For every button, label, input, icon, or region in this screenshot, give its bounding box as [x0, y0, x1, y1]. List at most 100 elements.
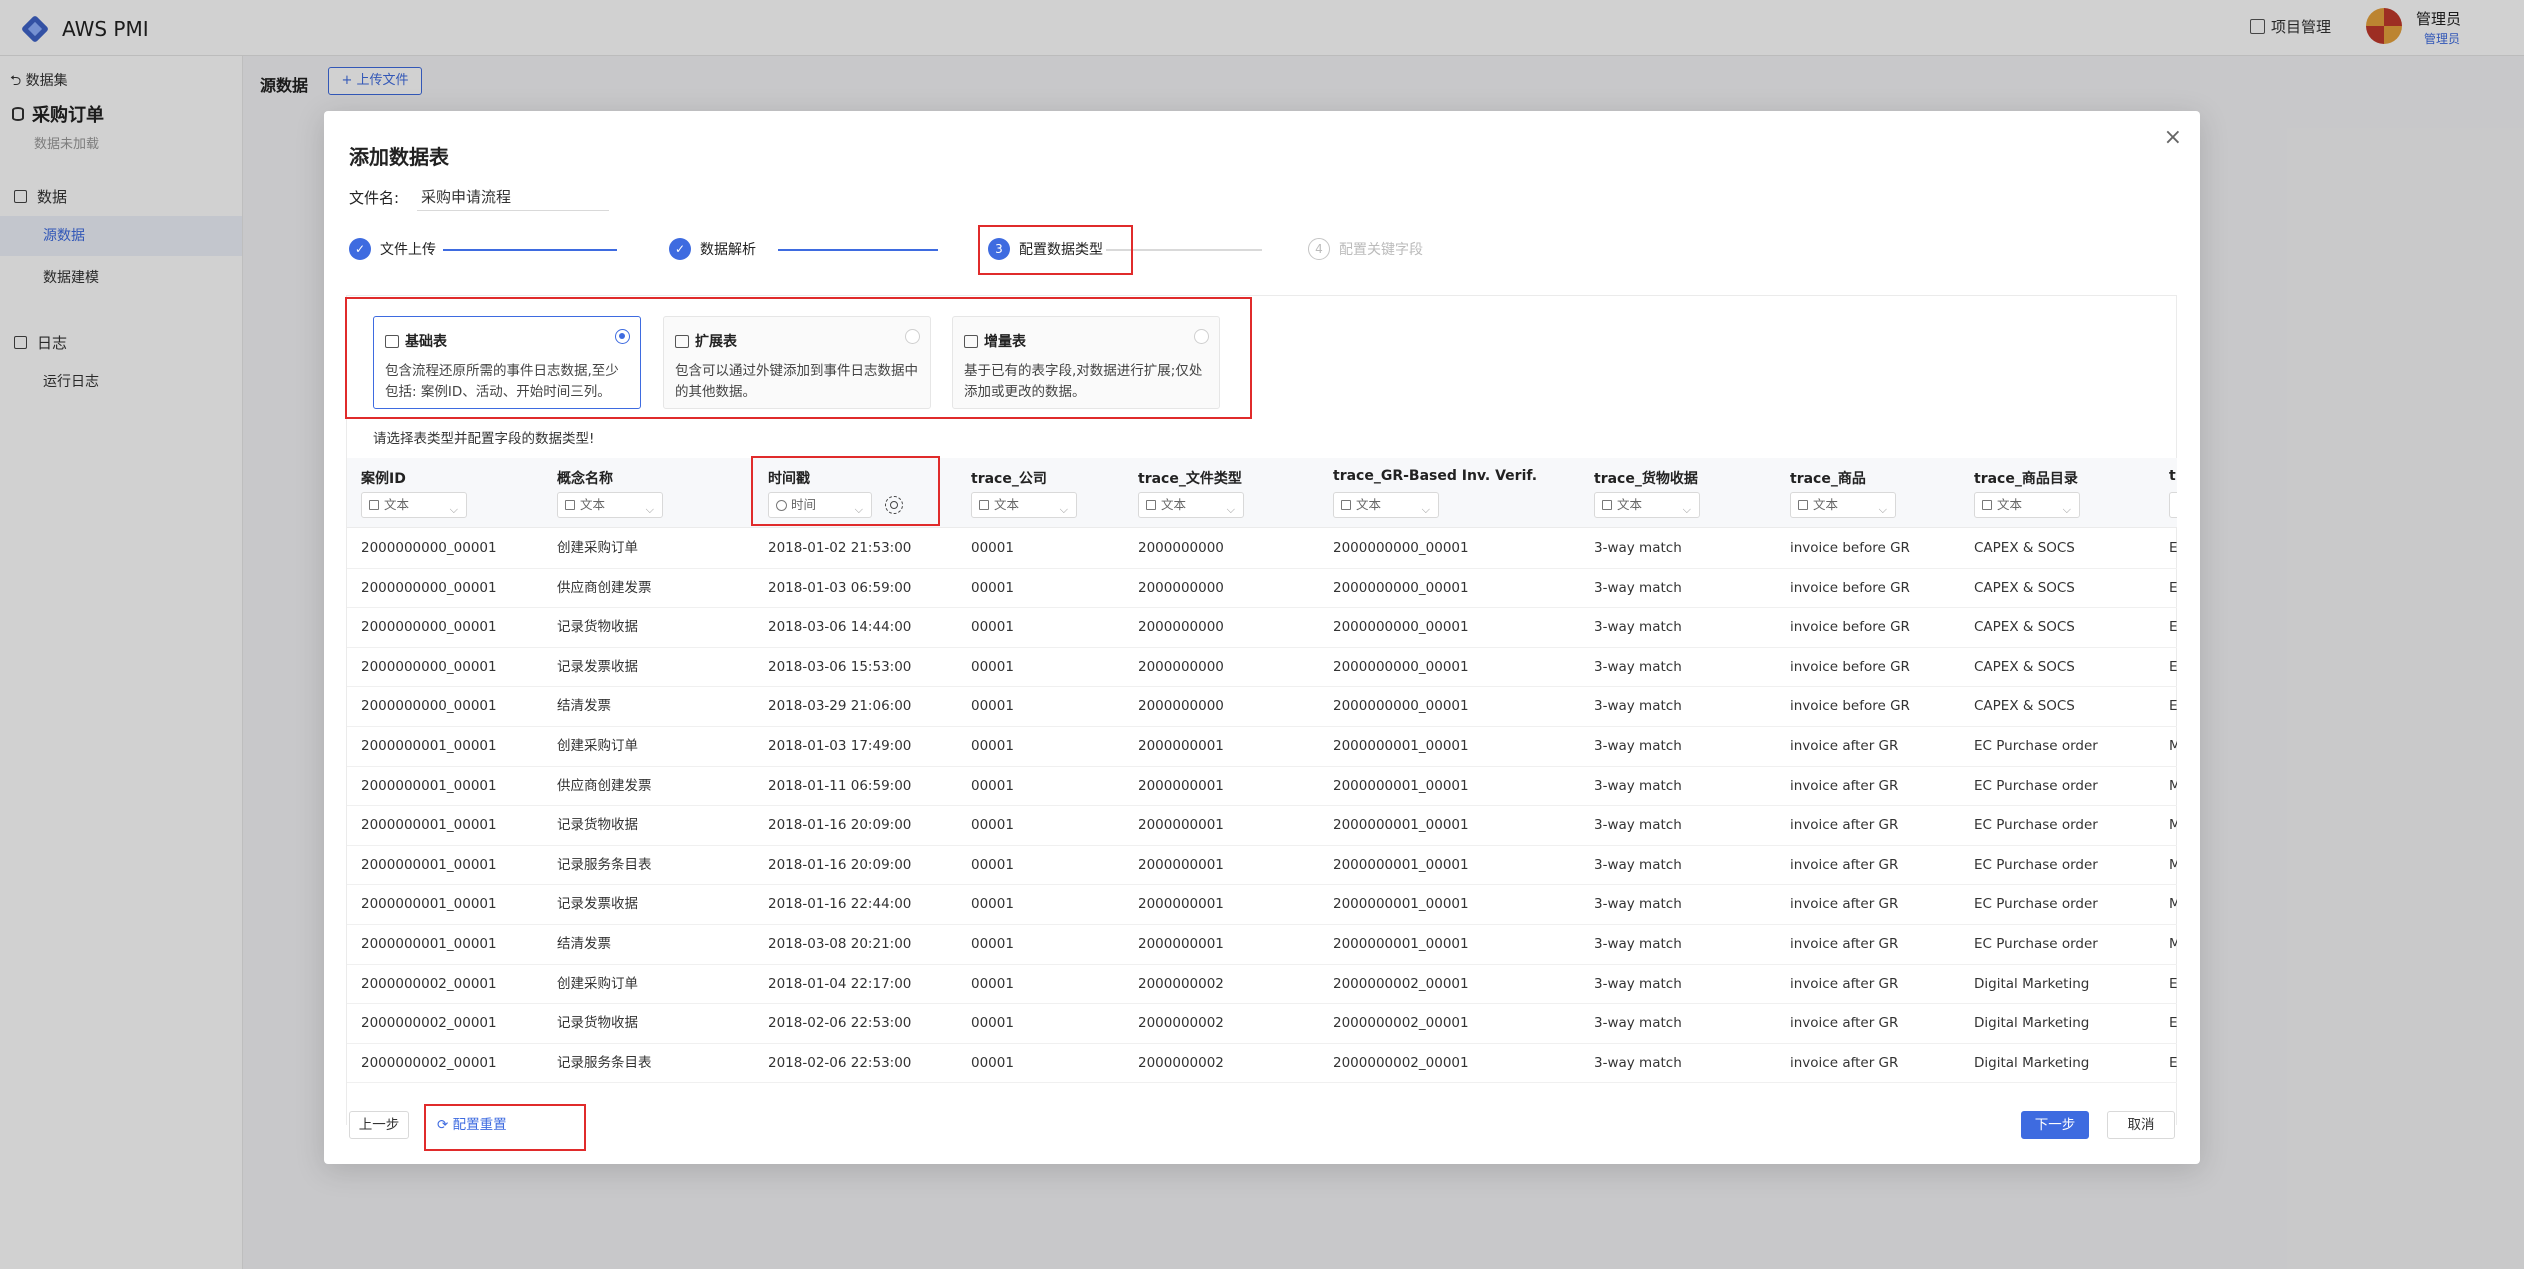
file-name-input[interactable]	[417, 183, 609, 211]
table-cell: invoice after GR	[1790, 777, 1899, 794]
type-description: 基于已有的表字段,对数据进行扩展;仅处添加或更改的数据。	[964, 363, 1203, 400]
table-cell: 2018-01-16 20:09:00	[768, 817, 912, 834]
step-label: 数据解析	[700, 242, 756, 258]
table-cell: invoice after GR	[1790, 817, 1899, 834]
table-cell: 2000000002	[1138, 1054, 1224, 1071]
column-type-select[interactable]: 文本⌵	[1138, 492, 1244, 518]
check-icon: ✓	[349, 238, 371, 260]
table-header: 案例ID 文本 ⌵ 概念名称 文本 ⌵ 时间戳 时间 ⌵ trace_公司 文本 ⌵ trace_文件类…	[347, 458, 2177, 528]
column-type-select[interactable]: 文本⌵	[1333, 492, 1439, 518]
table-cell: 3-way match	[1594, 579, 1682, 596]
table-cell: M	[2169, 856, 2177, 873]
table-cell: CAPEX & SOCS	[1974, 619, 2075, 636]
table-cell: 2018-02-06 22:53:00	[768, 1015, 912, 1032]
table-type-incremental[interactable]: 增量表 基于已有的表字段,对数据进行扩展;仅处添加或更改的数据。	[952, 316, 1220, 409]
table-cell: 2000000001_00001	[361, 856, 497, 873]
table-cell: 2000000001_00001	[361, 738, 497, 754]
table-cell: 2000000001_00001	[1333, 777, 1469, 794]
table-cell: 2018-01-02 21:53:00	[768, 540, 912, 556]
column-type-select[interactable]: 时间 ⌵	[768, 492, 872, 518]
table-cell: 2000000000_00001	[1333, 658, 1469, 675]
table-cell: M	[2169, 817, 2177, 834]
column-type-value: 文本	[384, 497, 410, 512]
close-icon[interactable]: ×	[2164, 125, 2182, 150]
text-type-icon	[1602, 500, 1612, 510]
table-cell: 2000000002_00001	[1333, 975, 1469, 992]
gear-icon[interactable]	[885, 496, 903, 514]
type-name: 扩展表	[675, 331, 919, 351]
table-cell: invoice before GR	[1790, 540, 1910, 556]
table-cell: 2000000001	[1138, 856, 1224, 873]
table-type-base[interactable]: 基础表 包含流程还原所需的事件日志数据,至少包括: 案例ID、活动、开始时间三列…	[373, 316, 641, 409]
table-icon	[385, 334, 399, 348]
table-cell: EC Purchase order	[1974, 936, 2098, 952]
table-cell: 2000000001	[1138, 896, 1224, 913]
table-cell: 2018-01-04 22:17:00	[768, 975, 912, 992]
table-cell: 记录货物收据	[557, 619, 638, 636]
incremental-table-icon	[964, 334, 978, 348]
column-type-select[interactable]: 文本⌵	[2169, 492, 2177, 518]
table-cell: Digital Marketing	[1974, 1054, 2090, 1071]
table-cell: 2000000001_00001	[1333, 817, 1469, 834]
step-label: 配置关键字段	[1339, 242, 1423, 258]
step-number: 4	[1308, 238, 1330, 260]
next-step-button[interactable]: 下一步	[2021, 1111, 2089, 1139]
column-type-value: 文本	[1813, 497, 1839, 512]
type-description: 包含可以通过外键添加到事件日志数据中的其他数据。	[675, 363, 918, 400]
table-cell: 3-way match	[1594, 777, 1682, 794]
hint-text: 请选择表类型并配置字段的数据类型!	[373, 431, 595, 447]
column-name: trace_货物收据	[1594, 471, 1698, 487]
text-type-icon	[565, 500, 575, 510]
table-cell: 结清发票	[557, 936, 611, 952]
radio[interactable]	[905, 329, 920, 344]
column-type-select[interactable]: 文本⌵	[361, 492, 467, 518]
table-cell: invoice after GR	[1790, 1054, 1899, 1071]
table-row: 2000000000_00001 结清发票 2018-03-29 21:06:00 0…	[347, 687, 2177, 727]
table-cell: 00001	[971, 619, 1014, 636]
table-row: 2000000000_00001 记录发票收据 2018-03-06 15:53:0…	[347, 648, 2177, 688]
table-cell: 2000000001	[1138, 738, 1224, 754]
column-type-value: 文本	[580, 497, 606, 512]
step-connector	[443, 249, 617, 251]
table-cell: 2000000000	[1138, 579, 1224, 596]
previous-step-button[interactable]: 上一步	[349, 1111, 409, 1139]
table-cell: 00001	[971, 698, 1014, 715]
table-cell: invoice after GR	[1790, 936, 1899, 952]
check-icon: ✓	[669, 238, 691, 260]
column-name: trace_公司	[971, 471, 1047, 487]
table-cell: 2000000000_00001	[1333, 540, 1469, 556]
table-cell: 3-way match	[1594, 738, 1682, 754]
column-type-select[interactable]: 文本⌵	[1594, 492, 1700, 518]
table-cell: 3-way match	[1594, 856, 1682, 873]
table-cell: 2000000002	[1138, 1015, 1224, 1032]
table-cell: EC Purchase order	[1974, 738, 2098, 754]
table-cell: E	[2169, 1015, 2177, 1032]
column-type-select[interactable]: 文本⌵	[1790, 492, 1896, 518]
radio[interactable]	[1194, 329, 1209, 344]
column-type-select[interactable]: 文本⌵	[557, 492, 663, 518]
step-label: 配置数据类型	[1019, 242, 1103, 258]
table-cell: 3-way match	[1594, 658, 1682, 675]
column-type-value: 文本	[994, 497, 1020, 512]
radio-selected[interactable]	[615, 329, 630, 344]
table-cell: 创建采购订单	[557, 738, 638, 754]
table-cell: invoice before GR	[1790, 619, 1910, 636]
table-type-extension[interactable]: 扩展表 包含可以通过外键添加到事件日志数据中的其他数据。	[663, 316, 931, 409]
table-cell: invoice after GR	[1790, 738, 1899, 754]
column-type-value: 文本	[1997, 497, 2023, 512]
table-cell: 2018-01-16 20:09:00	[768, 856, 912, 873]
table-cell: 供应商创建发票	[557, 579, 652, 596]
type-label: 基础表	[405, 334, 447, 350]
column-type-select[interactable]: 文本⌵	[1974, 492, 2080, 518]
column-type-select[interactable]: 文本⌵	[971, 492, 1077, 518]
table-cell: 2000000001_00001	[361, 896, 497, 913]
table-cell: 2000000001_00001	[1333, 738, 1469, 754]
table-cell: 创建采购订单	[557, 540, 638, 556]
table-cell: 供应商创建发票	[557, 777, 652, 794]
table-cell: invoice before GR	[1790, 579, 1910, 596]
type-label: 扩展表	[695, 334, 737, 350]
text-type-icon	[979, 500, 989, 510]
reset-config-button[interactable]: ⟳ 配置重置	[433, 1111, 543, 1139]
cancel-button[interactable]: 取消	[2107, 1111, 2175, 1139]
table-cell: 3-way match	[1594, 698, 1682, 715]
